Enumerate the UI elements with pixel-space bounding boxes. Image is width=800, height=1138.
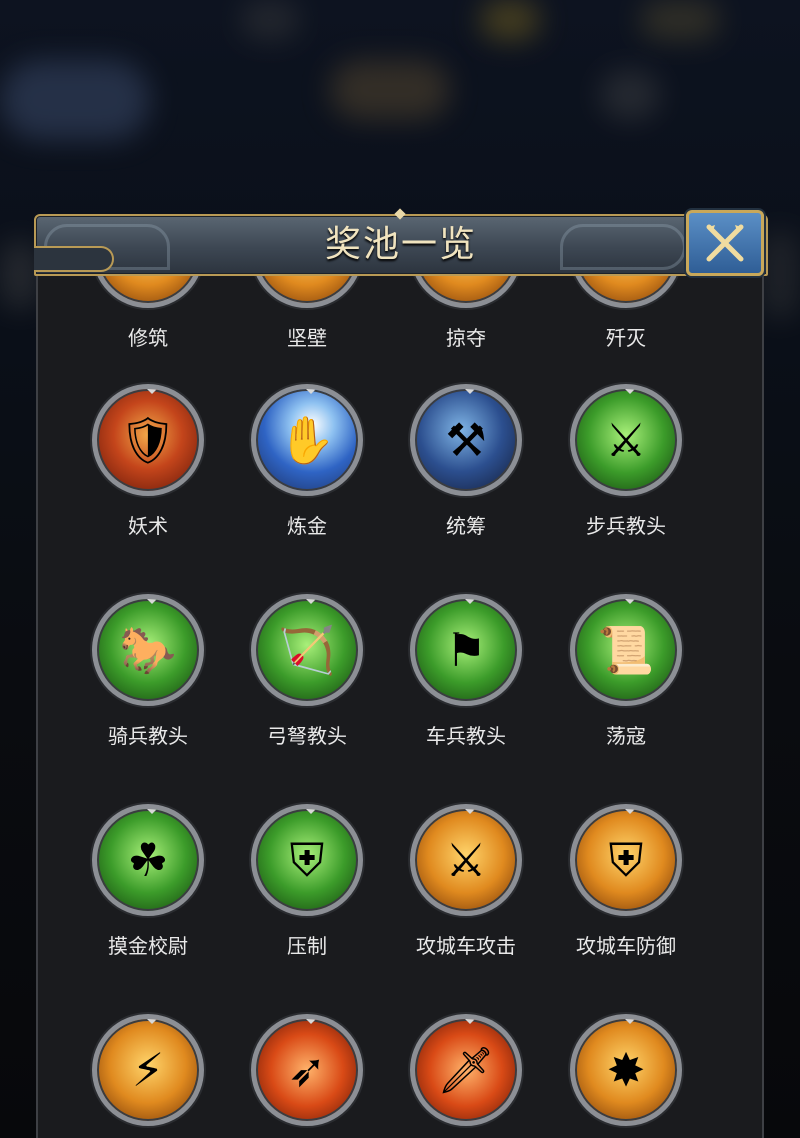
close-button[interactable] (686, 210, 764, 276)
icon-glyph: ⚑ (445, 623, 487, 677)
background-blur-shape (640, 0, 720, 40)
skill-label: 掠夺 (446, 326, 486, 350)
scroll-icon[interactable]: 📜 (570, 594, 682, 706)
close-x-icon (706, 224, 744, 262)
skill-label: 歼灭 (606, 326, 646, 350)
modal-title: 奖池一览 (324, 224, 477, 265)
modal-header: 奖池一览 (34, 208, 768, 276)
icon-glyph: ✸ (606, 1043, 646, 1097)
icon-glyph: ☘ (127, 833, 169, 887)
coordination-scythe-icon[interactable]: ⚒ (410, 384, 522, 496)
icon-glyph: 🛡 (118, 413, 178, 467)
siege-attack-icon[interactable]: ⚔ (410, 804, 522, 916)
skill-label: 荡寇 (606, 724, 646, 748)
background-blur-shape (0, 60, 150, 140)
icon-glyph: ⚡ (131, 1043, 165, 1097)
archery-target-icon[interactable]: 🏹 (251, 594, 363, 706)
sorcery-warrior-icon[interactable]: 🛡 (92, 384, 204, 496)
gold-pendant-icon[interactable]: ☘ (92, 804, 204, 916)
cavalry-horse-icon[interactable]: 🐎 (92, 594, 204, 706)
icon-glyph: ⛨ (608, 833, 644, 887)
rock-explosion-icon[interactable]: ✸ (570, 1014, 682, 1126)
reward-pool-panel[interactable]: 修筑 坚壁 掠夺 歼灭 🛡 妖术 ✋ 炼金 ⚒ 统筹 ⚔ 步兵教头 🐎 骑兵教头 🏹 弓弩教头 ⚑ 车兵教头 📜 荡寇… (36, 266, 764, 1138)
icon-glyph: 🏹 (278, 623, 336, 677)
background-blur-shape (600, 70, 660, 120)
shield-wall-icon[interactable]: ⛨ (251, 804, 363, 916)
skill-label: 炼金 (287, 514, 327, 538)
icon-glyph: ⚒ (445, 413, 487, 467)
skill-label: 步兵教头 (586, 514, 666, 538)
background-blur-shape (240, 0, 300, 40)
chariot-banner-icon[interactable]: ⚑ (410, 594, 522, 706)
skill-label: 车兵教头 (426, 724, 506, 748)
skill-label: 修筑 (128, 326, 168, 350)
icon-glyph: ➶ (287, 1043, 327, 1097)
background-blur-shape (480, 0, 540, 40)
beast-dagger-icon[interactable]: 🗡 (410, 1014, 522, 1126)
skill-grid[interactable]: 修筑 坚壁 掠夺 歼灭 🛡 妖术 ✋ 炼金 ⚒ 统筹 ⚔ 步兵教头 🐎 骑兵教头 🏹 弓弩教头 ⚑ 车兵教头 📜 荡寇… (38, 266, 762, 1138)
shield-lightning-icon[interactable]: ⚡ (92, 1014, 204, 1126)
infantry-instructor-icon[interactable]: ⚔ (570, 384, 682, 496)
icon-glyph: ⚔ (605, 413, 647, 467)
icon-glyph: 📜 (597, 623, 655, 677)
alchemy-gold-icon[interactable]: ✋ (251, 384, 363, 496)
skill-label: 攻城车攻击 (416, 934, 516, 958)
skill-label: 妖术 (128, 514, 168, 538)
triple-darts-icon[interactable]: ➶ (251, 1014, 363, 1126)
skill-label: 统筹 (446, 514, 486, 538)
skill-label: 压制 (287, 934, 327, 958)
skill-label: 摸金校尉 (108, 934, 188, 958)
icon-glyph: 🐎 (119, 623, 177, 677)
skill-label: 骑兵教头 (108, 724, 188, 748)
skill-label: 坚壁 (287, 326, 327, 350)
icon-glyph: 🗡 (436, 1043, 496, 1097)
skill-label: 弓弩教头 (267, 724, 347, 748)
icon-glyph: ✋ (278, 413, 336, 467)
background-blur-shape (330, 60, 450, 120)
skill-label: 攻城车防御 (576, 934, 676, 958)
icon-glyph: ⛨ (289, 833, 325, 887)
siege-defense-icon[interactable]: ⛨ (570, 804, 682, 916)
icon-glyph: ⚔ (445, 833, 487, 887)
